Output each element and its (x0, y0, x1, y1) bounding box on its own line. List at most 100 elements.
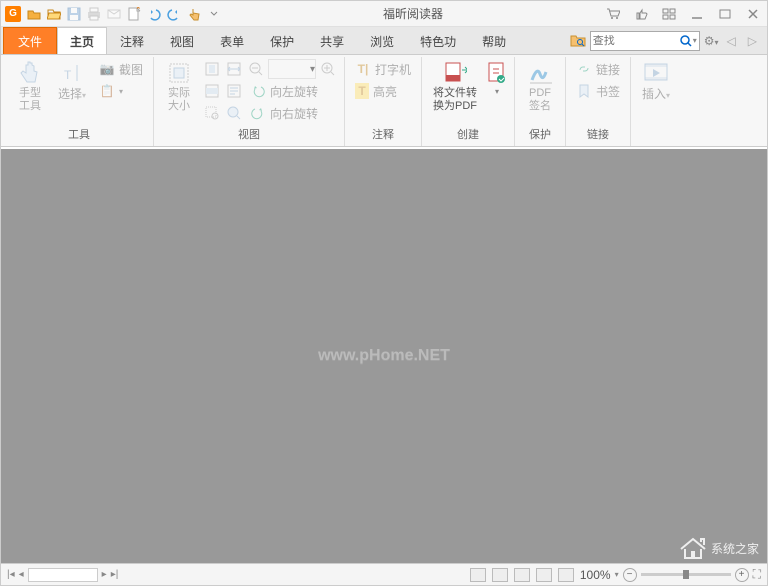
tab-home[interactable]: 主页 (57, 27, 107, 54)
page-number-input[interactable] (28, 568, 98, 582)
bookmark-icon (576, 83, 592, 99)
print-icon[interactable] (85, 5, 103, 23)
rotate-left-button[interactable]: 向左旋转 (246, 81, 322, 101)
status-bar: |◂ ◂ ▸ ▸| 100% ▾ − + ⛶ (1, 563, 767, 585)
convert-pdf-icon (443, 61, 467, 85)
tab-browse[interactable]: 浏览 (357, 27, 407, 54)
touch-icon[interactable] (185, 5, 203, 23)
folder-icon[interactable] (45, 5, 63, 23)
zoom-out-icon[interactable] (246, 59, 266, 79)
highlight-button[interactable]: T高亮 (351, 81, 415, 101)
new-doc-icon[interactable]: * (125, 5, 143, 23)
save-icon[interactable] (65, 5, 83, 23)
group-tools: 手型 工具 T 选择▾ 📷截图 📋▾ 工具 (5, 57, 154, 146)
zoom-dropdown[interactable]: ▾ (268, 59, 316, 79)
next-page-icon[interactable]: ▸ (102, 569, 107, 580)
ribbon-mode-icon[interactable] (659, 4, 679, 24)
tab-share[interactable]: 共享 (307, 27, 357, 54)
zoom-dropdown-icon[interactable]: ▾ (615, 570, 619, 579)
fit-visible-icon[interactable] (202, 81, 222, 101)
zoom-level: 100% (580, 568, 611, 582)
view-mode-continuous-icon[interactable] (492, 568, 508, 582)
actual-size-icon (167, 61, 191, 85)
tab-view[interactable]: 视图 (157, 27, 207, 54)
zoom-plus-icon[interactable]: + (735, 568, 749, 582)
qat-dropdown-icon[interactable] (205, 5, 223, 23)
snapshot-button[interactable]: 📷截图 (95, 59, 147, 79)
bookmark-button[interactable]: 书签 (572, 81, 624, 101)
fullscreen-icon[interactable]: ⛶ (753, 567, 761, 582)
like-icon[interactable] (631, 4, 651, 24)
tab-file[interactable]: 文件 (3, 27, 57, 54)
window-controls (603, 4, 763, 24)
svg-text:*: * (136, 7, 141, 16)
search-icon[interactable] (679, 34, 693, 48)
highlight-icon: T (355, 83, 369, 99)
zoom-minus-icon[interactable]: − (623, 568, 637, 582)
marquee-zoom-icon[interactable] (202, 103, 222, 123)
tab-next-icon[interactable]: ▷ (744, 34, 761, 48)
insert-button[interactable]: 插入▾ (637, 59, 675, 104)
clipboard-icon: 📋 (99, 83, 115, 99)
cart-icon[interactable] (603, 4, 623, 24)
hyperlink-button[interactable]: 链接 (572, 59, 624, 79)
open-icon[interactable] (25, 5, 43, 23)
undo-icon[interactable] (145, 5, 163, 23)
convert-to-pdf-button[interactable]: 将文件转 换为PDF (428, 59, 482, 115)
first-page-icon[interactable]: |◂ (7, 569, 15, 580)
pdf-sign-button[interactable]: PDF 签名 (521, 59, 559, 115)
rotate-left-icon (250, 83, 266, 99)
group-link: 链接 书签 链接 (566, 57, 631, 146)
find-folder-icon[interactable] (570, 33, 586, 49)
document-area: www.pHome.NET 系统之家 (1, 149, 767, 563)
reflow-icon[interactable] (224, 81, 244, 101)
view-mode-single-icon[interactable] (470, 568, 486, 582)
email-icon[interactable] (105, 5, 123, 23)
view-mode-continuous-facing-icon[interactable] (536, 568, 552, 582)
view-mode-facing-icon[interactable] (514, 568, 530, 582)
group-annotate: T|打字机 T高亮 注释 (345, 57, 422, 146)
search-input[interactable] (593, 35, 679, 47)
tab-prev-icon[interactable]: ◁ (723, 34, 740, 48)
fit-page-icon[interactable] (202, 59, 222, 79)
corner-logo: 系统之家 (679, 537, 759, 559)
rotate-right-icon (250, 105, 266, 121)
prev-page-icon[interactable]: ◂ (19, 569, 24, 580)
view-mode-separate-icon[interactable] (558, 568, 574, 582)
text-select-icon: T (60, 61, 84, 85)
convert-more-icon (485, 61, 509, 85)
tab-comment[interactable]: 注释 (107, 27, 157, 54)
ribbon: 手型 工具 T 选择▾ 📷截图 📋▾ 工具 实际 大小 (1, 55, 767, 147)
title-bar: G * 福昕阅读器 (1, 1, 767, 27)
close-icon[interactable] (743, 4, 763, 24)
link-icon (576, 61, 592, 77)
rotate-right-button[interactable]: 向右旋转 (246, 103, 322, 123)
search-box[interactable]: ▾ (590, 31, 700, 51)
select-tool-button[interactable]: T 选择▾ (53, 59, 91, 104)
tab-help[interactable]: 帮助 (469, 27, 519, 54)
redo-icon[interactable] (165, 5, 183, 23)
actual-size-button[interactable]: 实际 大小 (160, 59, 198, 115)
convert-dropdown[interactable]: ▾ (486, 59, 508, 99)
fit-width-icon[interactable] (224, 59, 244, 79)
last-page-icon[interactable]: ▸| (111, 569, 119, 580)
quick-access-toolbar: * (25, 5, 223, 23)
group-protect: PDF 签名 保护 (515, 57, 566, 146)
tab-form[interactable]: 表单 (207, 27, 257, 54)
maximize-icon[interactable] (715, 4, 735, 24)
zoom-in-icon[interactable] (318, 59, 338, 79)
insert-media-icon (644, 61, 668, 85)
camera-icon: 📷 (99, 61, 115, 77)
tab-strip: 文件 主页 注释 视图 表单 保护 共享 浏览 特色功 帮助 ▾ ⚙▾ ◁ ▷ (1, 27, 767, 55)
tab-feature[interactable]: 特色功 (407, 27, 469, 54)
search-dropdown-icon[interactable]: ▾ (693, 36, 697, 45)
typewriter-button[interactable]: T|打字机 (351, 59, 415, 79)
zoom-slider[interactable] (641, 573, 731, 576)
settings-gear-icon[interactable]: ⚙▾ (704, 34, 719, 48)
tab-protect[interactable]: 保护 (257, 27, 307, 54)
page-nav: |◂ ◂ ▸ ▸| (7, 568, 118, 582)
minimize-icon[interactable] (687, 4, 707, 24)
hand-tool-button[interactable]: 手型 工具 (11, 59, 49, 115)
magnifier-icon[interactable] (224, 103, 244, 123)
clipboard-button[interactable]: 📋▾ (95, 81, 147, 101)
